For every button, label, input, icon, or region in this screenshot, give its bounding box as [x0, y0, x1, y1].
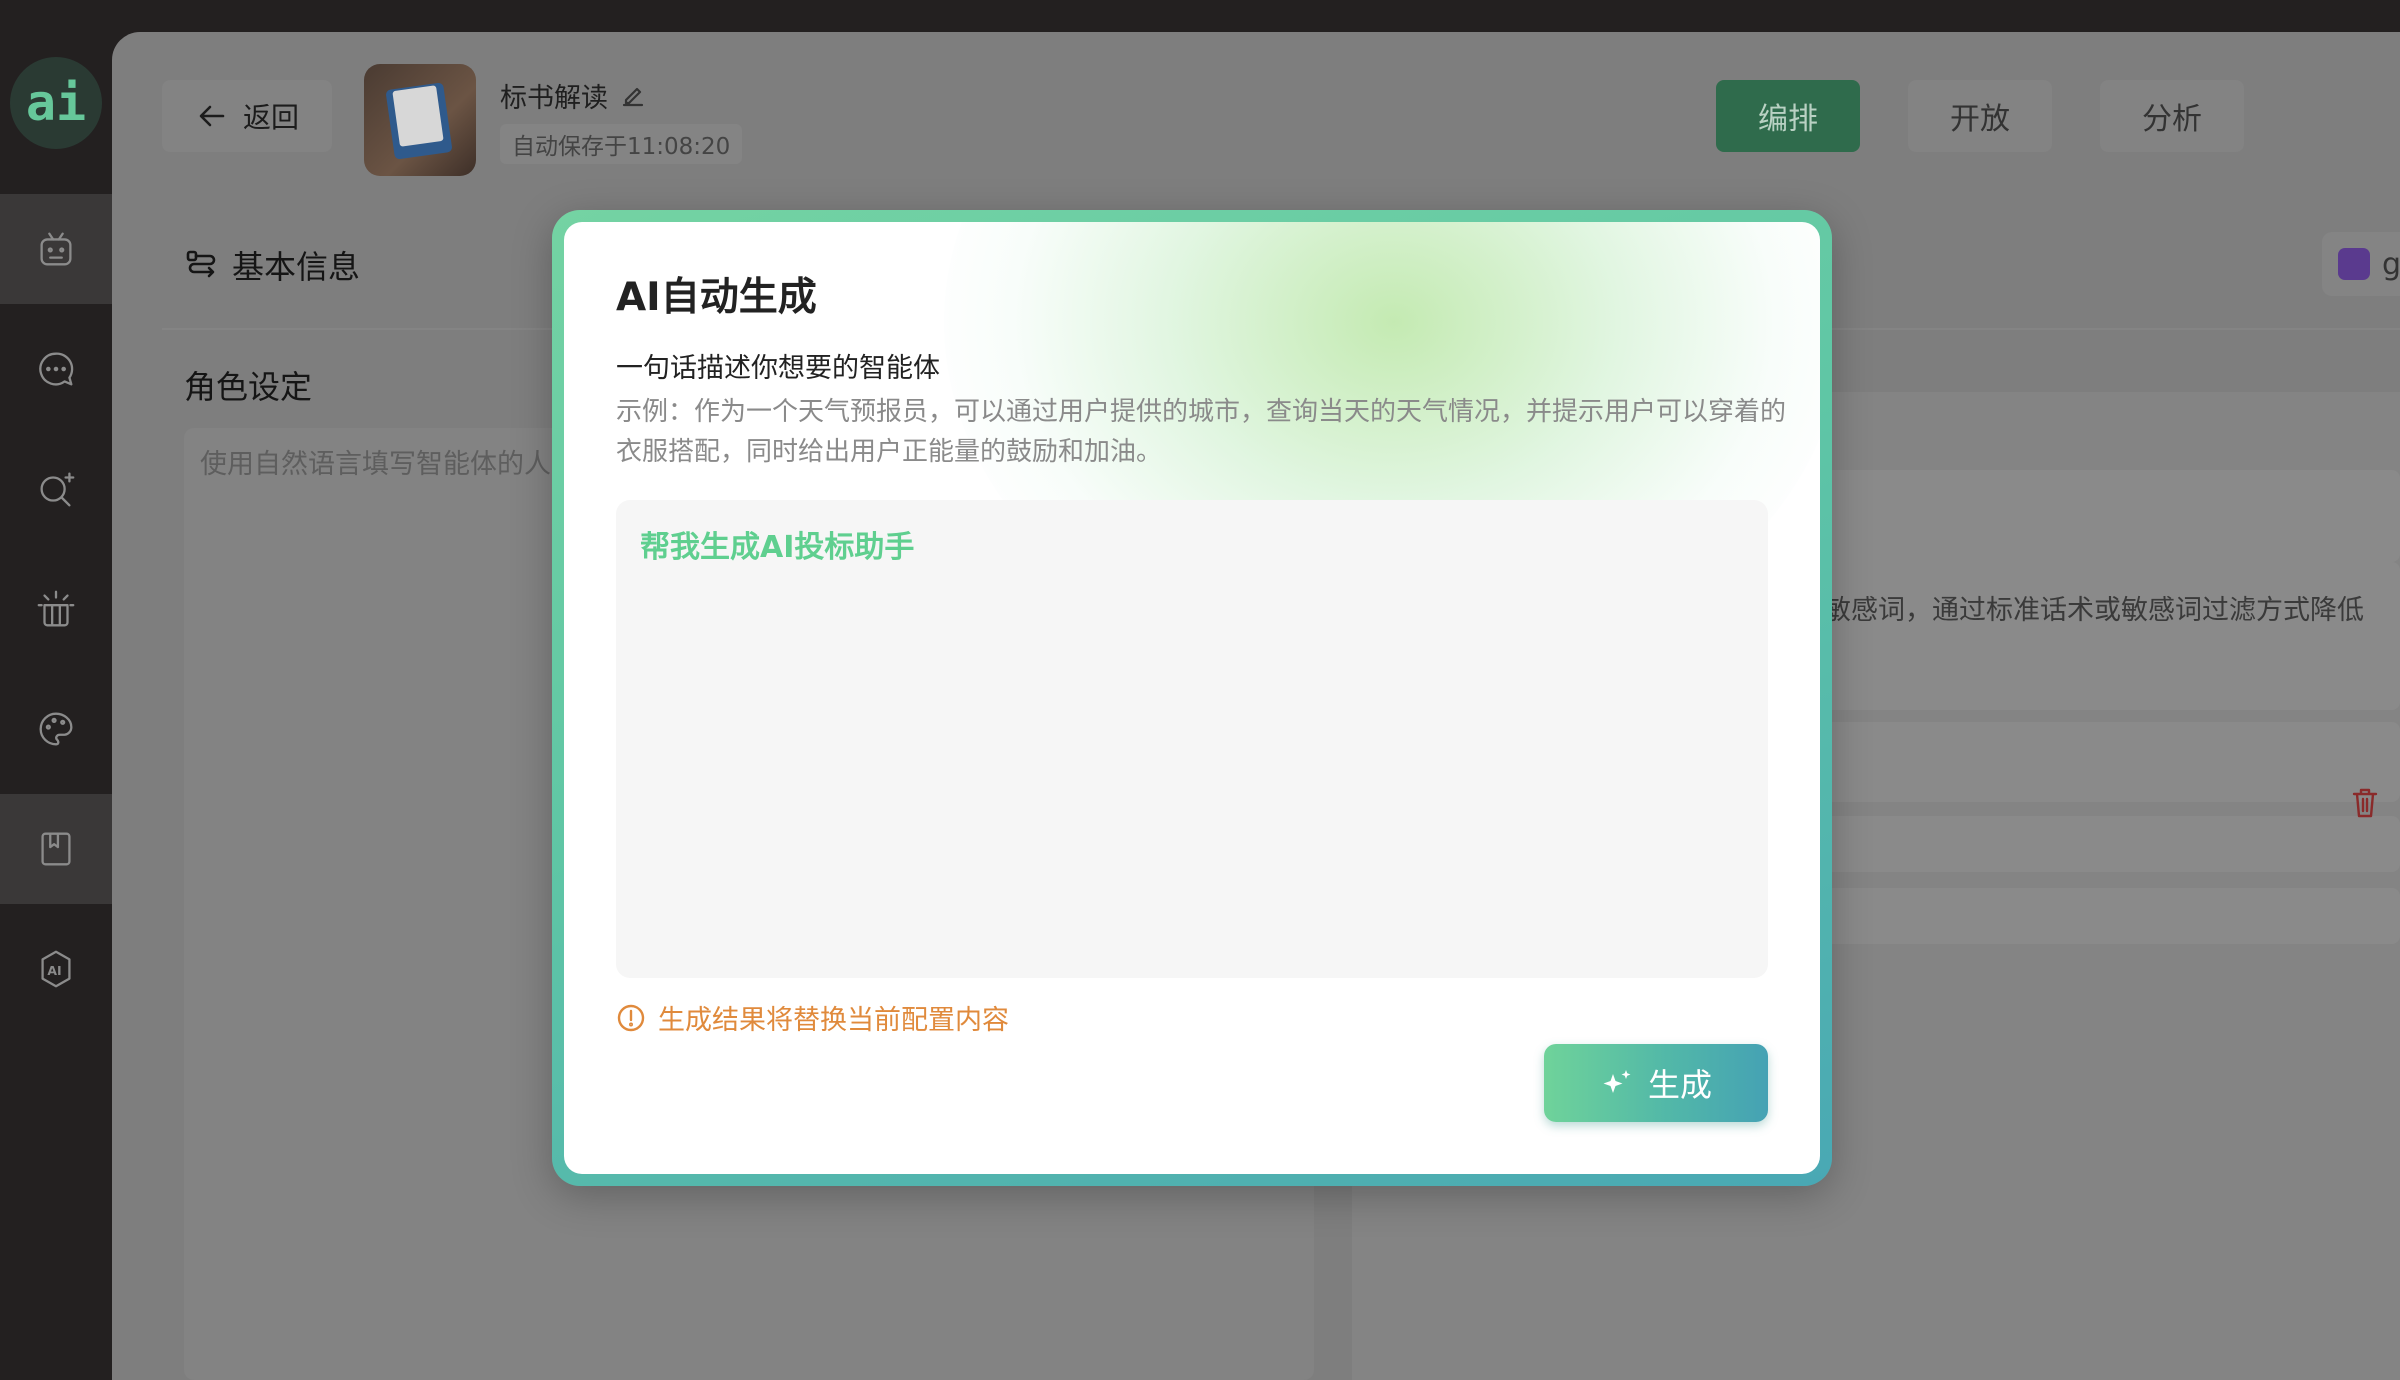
- modal-example-text: 示例：作为一个天气预报员，可以通过用户提供的城市，查询当天的天气情况，并提示用户…: [616, 397, 1787, 467]
- section-title-text: 基本信息: [232, 248, 361, 286]
- replace-warning: 生成结果将替换当前配置内容: [616, 998, 1009, 1037]
- arrow-left-icon: [199, 105, 225, 127]
- delete-button[interactable]: [2350, 786, 2380, 820]
- sidebar-item-ai[interactable]: AI: [0, 914, 112, 1024]
- app-avatar[interactable]: [364, 64, 476, 176]
- tab-arrange[interactable]: 编排: [1716, 80, 1860, 152]
- tab-label: 编排: [1758, 102, 1818, 137]
- tab-label: 分析: [2142, 102, 2202, 137]
- sidebar-item-knowledge[interactable]: [0, 794, 112, 904]
- basic-info-heading: 基本信息: [184, 242, 360, 288]
- warning-text: 生成结果将替换当前配置内容: [658, 1005, 1009, 1036]
- app-title: 标书解读: [500, 76, 646, 115]
- back-button[interactable]: 返回: [162, 80, 332, 152]
- app-logo[interactable]: ai: [10, 57, 102, 149]
- model-label: gp: [2382, 246, 2400, 282]
- sidebar: ai AI: [0, 0, 112, 1380]
- sidebar-item-search[interactable]: [0, 434, 112, 544]
- sidebar-item-theme[interactable]: [0, 674, 112, 784]
- sidebar-item-agents[interactable]: [0, 194, 112, 304]
- role-setting-placeholder: 使用自然语言填写智能体的人: [200, 449, 551, 480]
- sparkle-icon: [1603, 1070, 1631, 1093]
- modal-title: AI自动生成: [616, 275, 817, 320]
- warning-icon: [617, 1004, 645, 1031]
- chat-icon: [39, 352, 74, 386]
- ai-generate-dialog: AI自动生成 一句话描述你想要的智能体 示例：作为一个天气预报员，可以通过用户提…: [564, 222, 1820, 1174]
- generate-label: 生成: [1647, 1066, 1712, 1104]
- logo-text: ai: [25, 74, 87, 132]
- edit-icon[interactable]: [620, 83, 646, 109]
- generate-button[interactable]: 生成: [1544, 1044, 1768, 1122]
- autosave-text: 自动保存于11:08:20: [512, 134, 731, 160]
- trash-icon: [2352, 788, 2378, 818]
- palette-icon: [39, 712, 73, 746]
- role-setting-heading: 角色设定: [184, 368, 313, 406]
- tab-publish[interactable]: 开放: [1908, 80, 2052, 152]
- modal-subtitle: 一句话描述你想要的智能体: [616, 353, 940, 384]
- model-icon: [2338, 248, 2370, 280]
- autosave-status: 自动保存于11:08:20: [500, 124, 743, 164]
- prompt-textarea[interactable]: [616, 500, 1768, 978]
- ai-badge-icon: AI: [41, 950, 71, 988]
- model-selector[interactable]: gp: [2322, 232, 2400, 296]
- robot-icon: [40, 232, 72, 266]
- sidebar-item-chat[interactable]: [0, 314, 112, 424]
- page-image: [392, 85, 444, 147]
- back-label: 返回: [242, 101, 299, 134]
- app-name-text: 标书解读: [500, 83, 608, 114]
- search-sparkle-icon: [40, 472, 75, 507]
- tab-analytics[interactable]: 分析: [2100, 80, 2244, 152]
- svg-text:AI: AI: [47, 963, 61, 978]
- prompt-value[interactable]: 帮我生成AI投标助手: [640, 522, 914, 566]
- flow-icon: [186, 250, 216, 278]
- idea-icon: [37, 590, 75, 627]
- sidebar-item-plugins[interactable]: [0, 554, 112, 664]
- config-field-text: 敏感词，通过标准话术或敏感词过滤方式降低: [1824, 595, 2364, 626]
- tab-label: 开放: [1950, 102, 2010, 137]
- book-icon: [41, 832, 71, 866]
